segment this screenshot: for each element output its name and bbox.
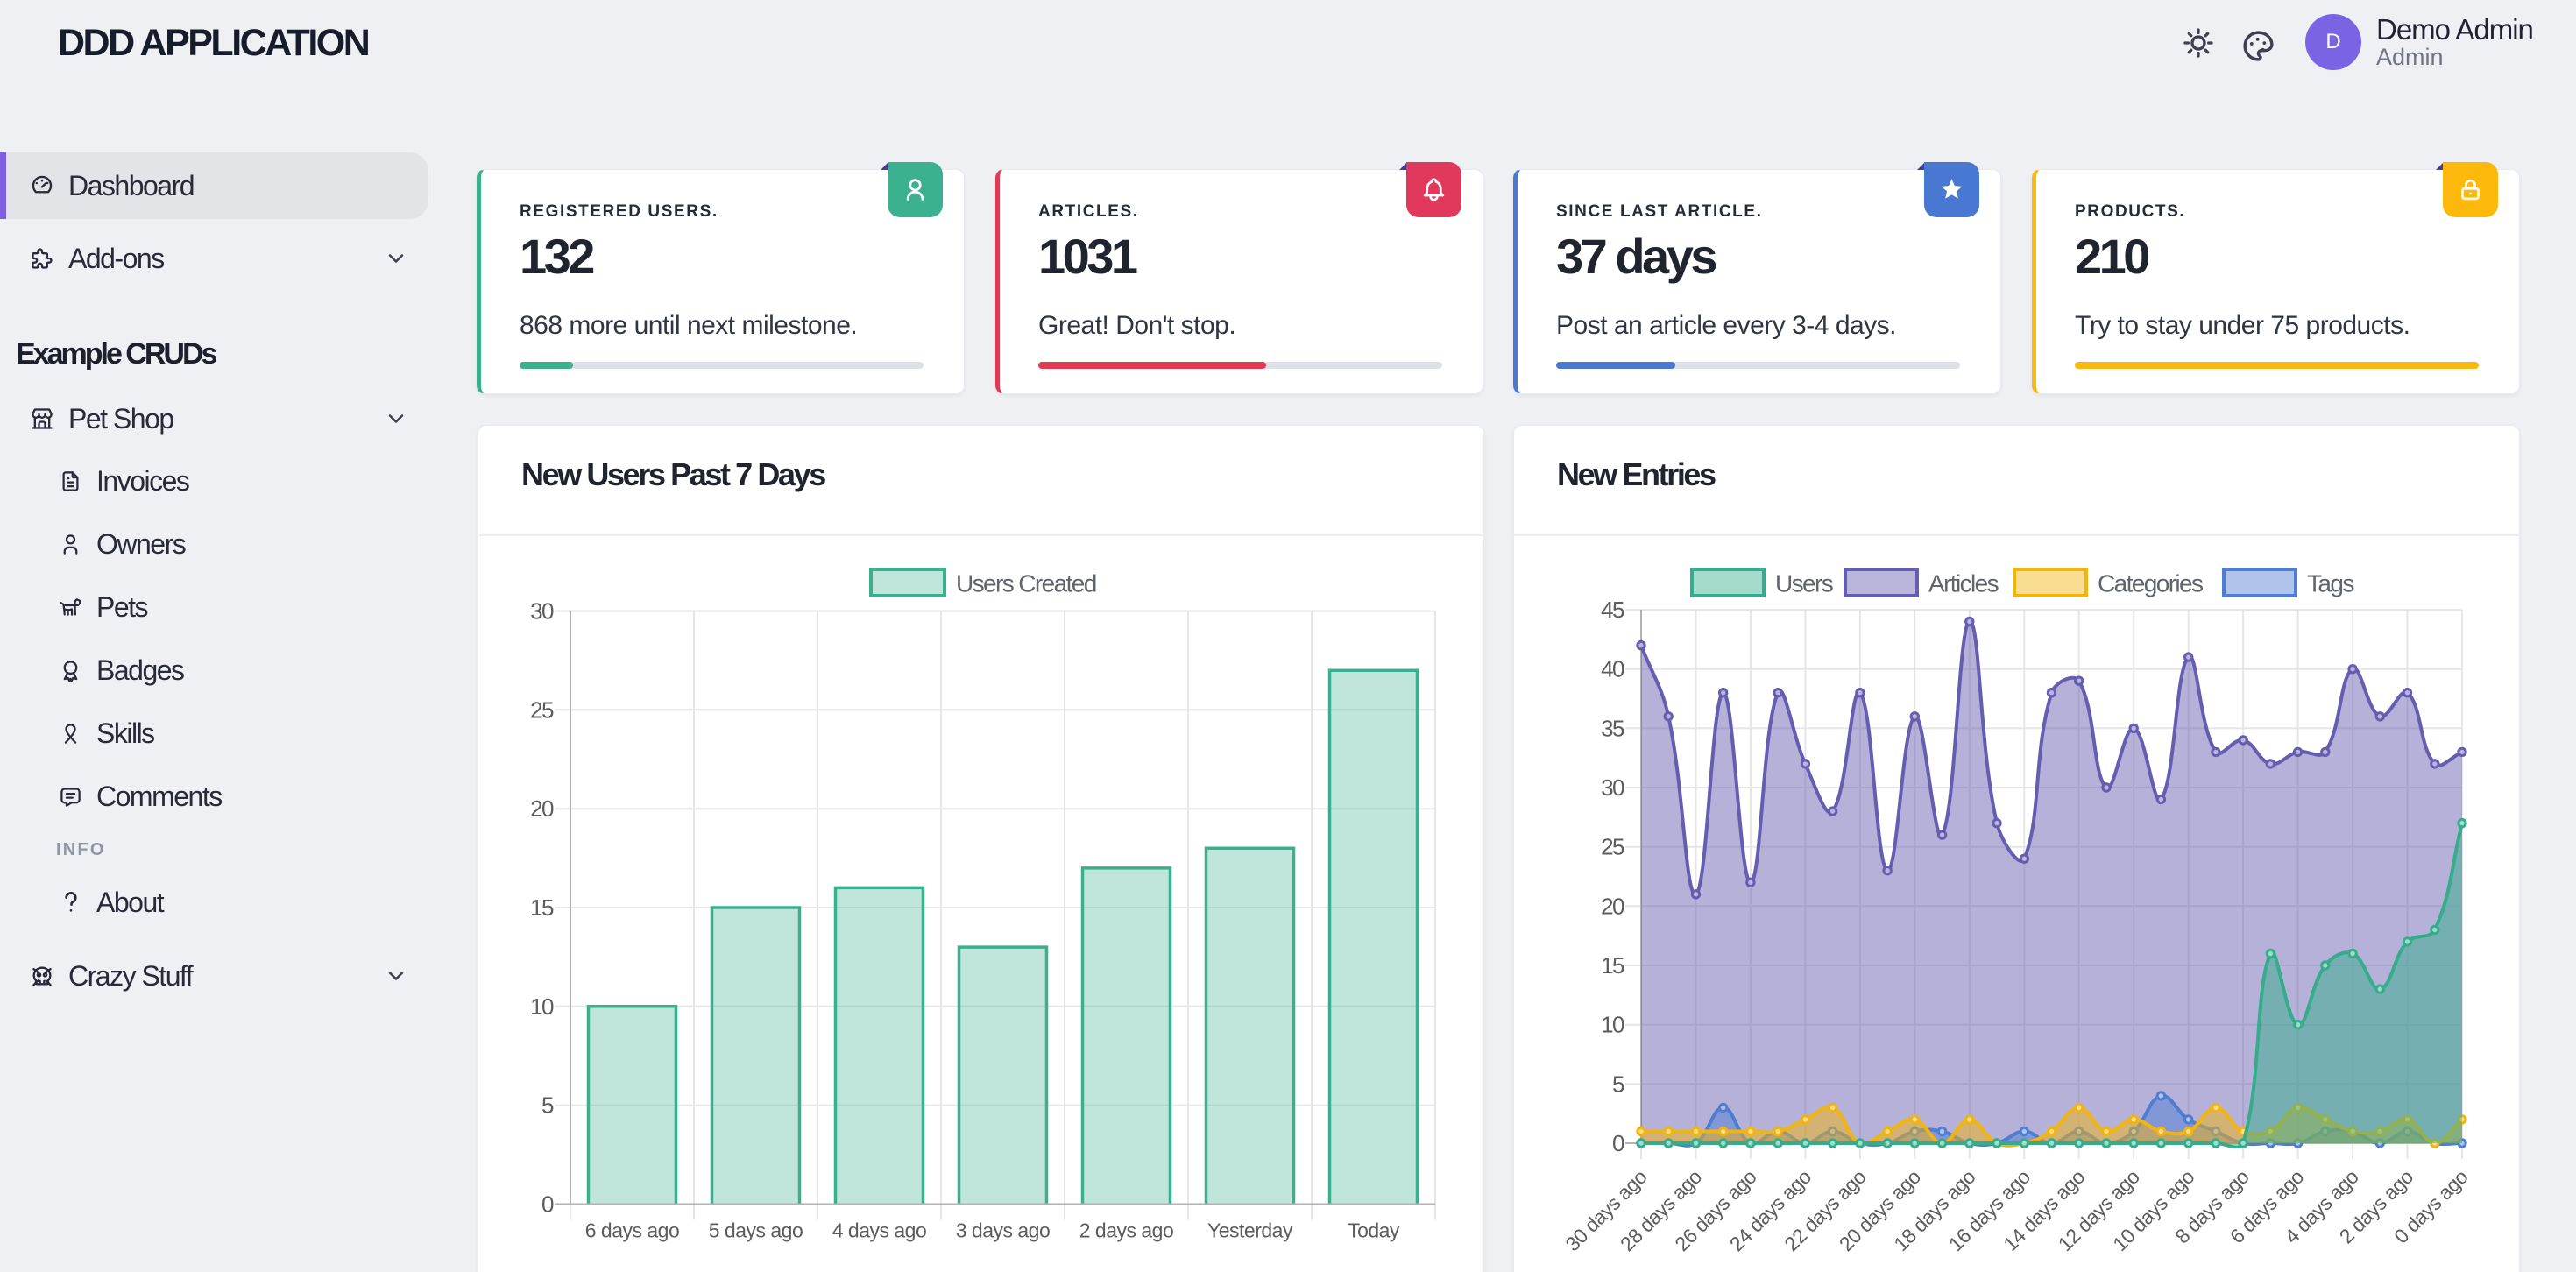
svg-text:Categories: Categories bbox=[2098, 570, 2203, 597]
svg-text:Users Created: Users Created bbox=[956, 570, 1096, 597]
svg-text:Articles: Articles bbox=[1928, 570, 1999, 597]
svg-text:4 days ago: 4 days ago bbox=[832, 1219, 927, 1242]
svg-text:10: 10 bbox=[1601, 1012, 1624, 1038]
svg-text:Today: Today bbox=[1348, 1219, 1400, 1242]
svg-text:30: 30 bbox=[1601, 774, 1624, 801]
svg-text:10: 10 bbox=[530, 993, 554, 1020]
svg-text:5: 5 bbox=[1612, 1071, 1624, 1097]
svg-text:5 days ago: 5 days ago bbox=[709, 1219, 803, 1242]
svg-text:0: 0 bbox=[1612, 1130, 1624, 1156]
svg-text:20: 20 bbox=[1601, 893, 1624, 919]
svg-text:20: 20 bbox=[530, 795, 554, 822]
svg-text:6 days ago: 6 days ago bbox=[585, 1219, 680, 1242]
svg-text:2 days ago: 2 days ago bbox=[1079, 1219, 1174, 1242]
svg-text:3 days ago: 3 days ago bbox=[956, 1219, 1051, 1242]
svg-text:40: 40 bbox=[1601, 656, 1624, 682]
svg-text:15: 15 bbox=[1601, 952, 1624, 979]
svg-text:0: 0 bbox=[541, 1191, 554, 1218]
svg-text:15: 15 bbox=[530, 894, 554, 921]
svg-text:25: 25 bbox=[530, 696, 554, 723]
svg-text:Users: Users bbox=[1775, 570, 1833, 597]
svg-text:Tags: Tags bbox=[2307, 570, 2353, 597]
svg-text:30: 30 bbox=[530, 598, 554, 625]
svg-text:45: 45 bbox=[1601, 597, 1624, 623]
svg-text:Yesterday: Yesterday bbox=[1207, 1219, 1293, 1242]
svg-text:25: 25 bbox=[1601, 834, 1624, 860]
svg-text:35: 35 bbox=[1601, 715, 1624, 741]
svg-text:5: 5 bbox=[541, 1092, 554, 1119]
